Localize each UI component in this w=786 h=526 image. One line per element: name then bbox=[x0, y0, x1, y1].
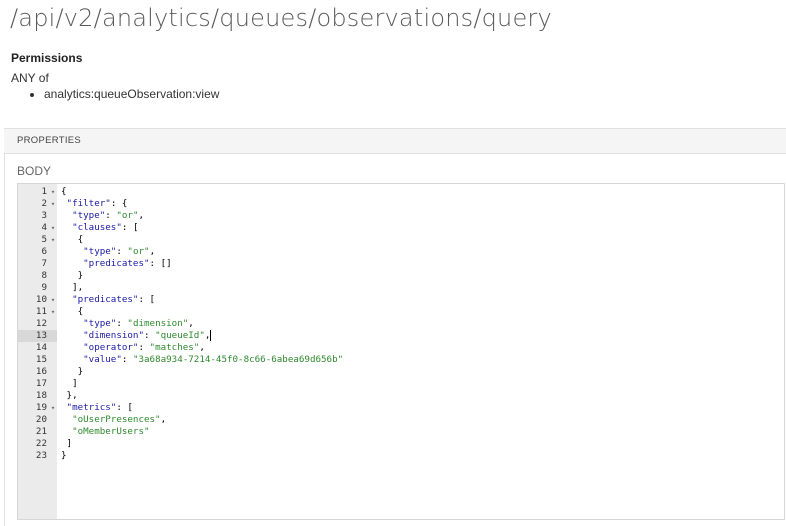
code-text: } bbox=[61, 366, 84, 377]
line-number: 16 bbox=[35, 366, 47, 377]
code-text: "dimension": "queueId", bbox=[83, 330, 212, 341]
code-line[interactable]: 15 "value": "3a68a934-7214-45f0-8c66-6ab… bbox=[18, 354, 784, 366]
editor-lines[interactable]: 1 ▾{2 ▾ "filter": {3 "type": "or", 4 ▾ "clau… bbox=[18, 186, 784, 462]
line-number: 6 bbox=[41, 246, 47, 257]
code-line[interactable]: 23} bbox=[18, 450, 784, 462]
endpoint-path-title: /api/v2/analytics/queues/observations/qu… bbox=[10, 4, 552, 32]
code-line[interactable]: 1 ▾{ bbox=[18, 186, 784, 198]
code-line[interactable]: 13 "dimension": "queueId", bbox=[18, 330, 784, 342]
code-line[interactable]: 18 }, bbox=[18, 390, 784, 402]
code-line[interactable]: 7 "predicates": [] bbox=[18, 258, 784, 270]
line-number: 14 bbox=[35, 342, 47, 353]
line-number: 18 bbox=[35, 390, 47, 401]
code-line[interactable]: 14 "operator": "matches", bbox=[18, 342, 784, 354]
code-text: "clauses": [ bbox=[72, 222, 139, 233]
code-text: "oMemberUsers" bbox=[72, 426, 150, 437]
line-number: 13 bbox=[18, 330, 57, 342]
code-text: "type": "or", bbox=[83, 246, 156, 257]
code-text: } bbox=[61, 270, 84, 281]
code-text: "predicates": [ bbox=[72, 294, 156, 305]
line-number: 22 bbox=[35, 438, 47, 449]
json-body-editor[interactable]: 1 ▾{2 ▾ "filter": {3 "type": "or", 4 ▾ "clau… bbox=[17, 183, 785, 520]
code-line[interactable]: 21 "oMemberUsers" bbox=[18, 426, 784, 438]
fold-toggle-icon[interactable]: ▾ bbox=[49, 234, 57, 246]
line-number: 21 bbox=[35, 426, 47, 437]
fold-toggle-icon[interactable]: ▾ bbox=[49, 222, 57, 234]
line-number: 20 bbox=[35, 414, 47, 425]
code-line[interactable]: 12 "type": "dimension", bbox=[18, 318, 784, 330]
code-line[interactable]: 17 ] bbox=[18, 378, 784, 390]
fold-toggle-icon[interactable]: ▾ bbox=[49, 198, 57, 210]
code-line[interactable]: 3 "type": "or", bbox=[18, 210, 784, 222]
code-text: "type": "dimension", bbox=[83, 318, 194, 329]
code-text: "type": "or", bbox=[72, 210, 145, 221]
code-line[interactable]: 4 ▾ "clauses": [ bbox=[18, 222, 784, 234]
code-line[interactable]: 9 ], bbox=[18, 282, 784, 294]
code-line[interactable]: 16 } bbox=[18, 366, 784, 378]
line-number: 17 bbox=[35, 378, 47, 389]
properties-section-header[interactable]: PROPERTIES bbox=[4, 128, 786, 154]
code-text: { bbox=[61, 234, 84, 245]
line-number: 9 bbox=[41, 282, 47, 293]
body-label: BODY bbox=[17, 164, 52, 178]
permission-item: analytics:queueObservation:view bbox=[44, 86, 219, 102]
line-number: 23 bbox=[35, 450, 47, 461]
fold-toggle-icon[interactable]: ▾ bbox=[49, 186, 57, 198]
code-text: { bbox=[61, 186, 67, 197]
code-text: "metrics": [ bbox=[66, 402, 133, 413]
text-cursor bbox=[210, 330, 212, 341]
code-line[interactable]: 19 ▾ "metrics": [ bbox=[18, 402, 784, 414]
code-text: "predicates": [] bbox=[83, 258, 172, 269]
code-line[interactable]: 8 } bbox=[18, 270, 784, 282]
code-text: }, bbox=[61, 390, 78, 401]
line-number: 15 bbox=[35, 354, 47, 365]
permissions-heading: Permissions bbox=[11, 51, 83, 65]
code-text: } bbox=[61, 450, 67, 461]
fold-toggle-icon[interactable]: ▾ bbox=[49, 294, 57, 306]
line-number: 12 bbox=[35, 318, 47, 329]
line-number: 8 bbox=[41, 270, 47, 281]
code-text: "value": "3a68a934-7214-45f0-8c66-6abea6… bbox=[83, 354, 344, 365]
code-text: ] bbox=[61, 438, 73, 449]
fold-toggle-icon[interactable]: ▾ bbox=[49, 306, 57, 318]
code-text: ] bbox=[61, 378, 78, 389]
code-text: "oUserPresences", bbox=[72, 414, 167, 425]
code-line[interactable]: 20 "oUserPresences", bbox=[18, 414, 784, 426]
code-text: "operator": "matches", bbox=[83, 342, 205, 353]
code-line[interactable]: 10 ▾ "predicates": [ bbox=[18, 294, 784, 306]
line-number: 3 bbox=[41, 210, 47, 221]
line-number: 7 bbox=[41, 258, 47, 269]
properties-header-label: PROPERTIES bbox=[17, 135, 82, 146]
code-line[interactable]: 2 ▾ "filter": { bbox=[18, 198, 784, 210]
code-text: ], bbox=[61, 282, 84, 293]
code-line[interactable]: 11 ▾ { bbox=[18, 306, 784, 318]
fold-toggle-icon[interactable]: ▾ bbox=[49, 402, 57, 414]
code-line[interactable]: 5 ▾ { bbox=[18, 234, 784, 246]
code-text: { bbox=[61, 306, 84, 317]
permissions-qualifier: ANY of bbox=[11, 71, 49, 85]
code-text: "filter": { bbox=[66, 198, 128, 209]
code-line[interactable]: 6 "type": "or", bbox=[18, 246, 784, 258]
code-line[interactable]: 22 ] bbox=[18, 438, 784, 450]
permissions-list: analytics:queueObservation:view bbox=[30, 86, 219, 102]
